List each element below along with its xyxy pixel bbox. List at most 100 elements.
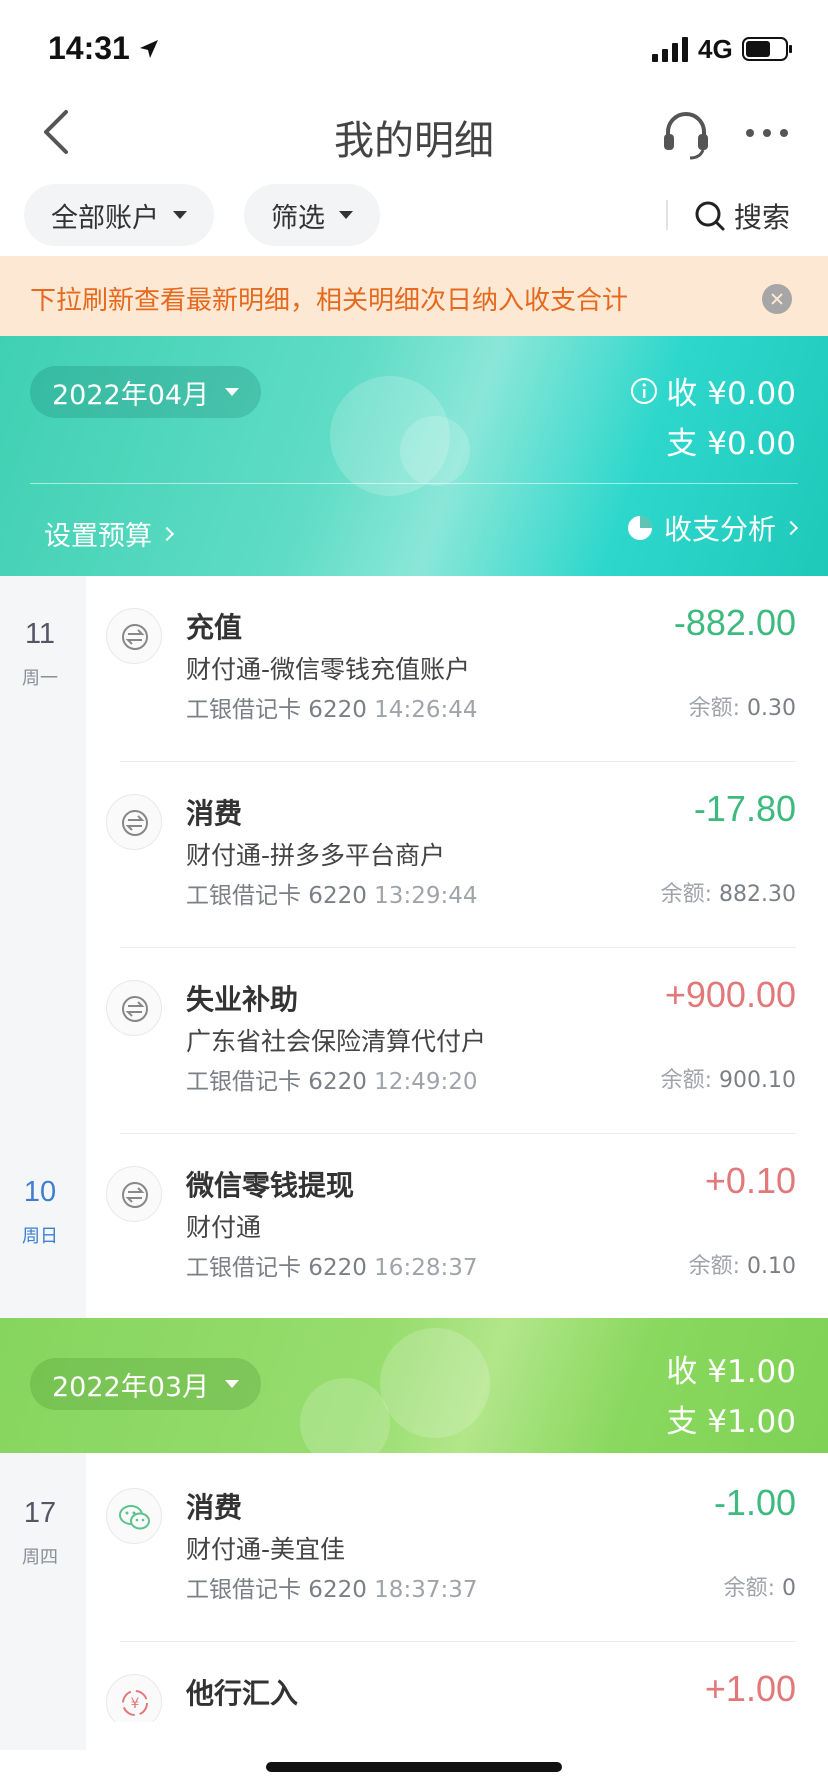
transaction-card: 工银借记卡 6220 12:49:20 bbox=[186, 1062, 477, 1096]
balance-value: 882.30 bbox=[719, 882, 796, 907]
transaction-row[interactable]: 失业补助 广东省社会保险清算代付户 工银借记卡 6220 12:49:20 +9… bbox=[86, 948, 828, 1134]
balance-value: 0 bbox=[782, 1576, 796, 1601]
transaction-party: 财付通 bbox=[186, 1213, 262, 1242]
caret-down-icon bbox=[225, 388, 240, 396]
transaction-title: 消费 bbox=[186, 797, 243, 830]
transaction-balance: 余额: 0.30 bbox=[689, 690, 796, 722]
budget-label: 设置预算 bbox=[44, 521, 152, 552]
decor-flower bbox=[300, 1378, 390, 1453]
expense-text: 支 ¥0.00 bbox=[666, 426, 796, 462]
balance-label: 余额: bbox=[688, 1254, 741, 1279]
analysis-label: 收支分析 bbox=[663, 513, 776, 546]
search-button[interactable]: 搜索 bbox=[694, 196, 790, 236]
filter-button[interactable]: 筛选 bbox=[244, 184, 380, 246]
month-label: 2022年04月 bbox=[52, 379, 210, 411]
date-weekday: 周日 bbox=[22, 1226, 58, 1247]
transaction-row[interactable]: 消费 财付通-美宜佳 工银借记卡 6220 18:37:37 -1.00 余额:… bbox=[86, 1456, 828, 1642]
status-time: 14:31 bbox=[48, 30, 130, 66]
more-icon[interactable] bbox=[744, 120, 790, 146]
date-weekday: 周一 bbox=[22, 668, 58, 689]
transaction-time: 13:29:44 bbox=[374, 883, 478, 909]
income-text: 收 ¥0.00 bbox=[666, 376, 796, 412]
search-icon bbox=[695, 201, 725, 231]
transaction-amount: +1.00 bbox=[704, 1668, 796, 1709]
transaction-row[interactable]: 充值 财付通-微信零钱充值账户 工银借记卡 6220 14:26:44 -882… bbox=[86, 576, 828, 762]
transaction-title: 微信零钱提现 bbox=[186, 1169, 355, 1202]
transaction-row[interactable]: 消费 财付通-拼多多平台商户 工银借记卡 6220 13:29:44 -17.8… bbox=[86, 762, 828, 948]
transaction-amount: +900.00 bbox=[664, 974, 796, 1015]
transaction-party: 财付通-美宜佳 bbox=[186, 1535, 346, 1564]
transaction-balance: 余额: 882.30 bbox=[661, 876, 796, 908]
home-indicator[interactable] bbox=[266, 1762, 562, 1772]
pie-chart-icon bbox=[627, 516, 652, 540]
month-expense: 支 ¥1.00 bbox=[666, 1396, 796, 1441]
date-column: 17 周四 bbox=[0, 1453, 86, 1750]
network-type: 4G bbox=[698, 34, 733, 64]
transaction-amount: -17.80 bbox=[693, 788, 796, 829]
filter-label: 筛选 bbox=[271, 202, 325, 234]
date-day: 11 bbox=[24, 618, 56, 650]
transaction-row[interactable]: ¥ 他行汇入 +1.00 bbox=[86, 1642, 828, 1722]
month-selector[interactable]: 2022年03月 bbox=[30, 1358, 262, 1410]
account-filter-button[interactable]: 全部账户 bbox=[24, 184, 214, 246]
card-label: 工银借记卡 6220 bbox=[186, 697, 367, 723]
transaction-time: 18:37:37 bbox=[374, 1577, 478, 1603]
income-expense-analysis-link[interactable]: 收支分析 bbox=[626, 508, 799, 548]
status-bar: 14:31 4G bbox=[0, 0, 828, 96]
card-label: 工银借记卡 6220 bbox=[186, 1577, 367, 1603]
search-label: 搜索 bbox=[734, 201, 791, 234]
card-label: 工银借记卡 6220 bbox=[186, 883, 367, 909]
notice-text: 下拉刷新查看最新明细，相关明细次日纳入收支合计 bbox=[30, 286, 629, 316]
balance-value: 0.10 bbox=[747, 1254, 796, 1279]
transaction-time: 16:28:37 bbox=[374, 1255, 478, 1281]
transfer-icon bbox=[106, 1166, 162, 1222]
info-icon[interactable] bbox=[630, 377, 658, 405]
month-label: 2022年03月 bbox=[52, 1371, 210, 1403]
balance-value: 900.10 bbox=[719, 1068, 796, 1093]
balance-label: 余额: bbox=[660, 1068, 713, 1093]
date-weekday: 周四 bbox=[22, 1547, 58, 1568]
refresh-notice: 下拉刷新查看最新明细，相关明细次日纳入收支合计 bbox=[0, 256, 828, 336]
transaction-card: 工银借记卡 6220 14:26:44 bbox=[186, 690, 477, 724]
income-text: 收 ¥1.00 bbox=[666, 1354, 796, 1390]
expense-text: 支 ¥1.00 bbox=[666, 1404, 796, 1440]
battery-icon bbox=[742, 37, 792, 61]
transaction-time: 12:49:20 bbox=[374, 1069, 478, 1095]
transaction-title: 失业补助 bbox=[186, 983, 299, 1016]
signal-icon bbox=[652, 37, 688, 62]
month-income: 收 ¥1.00 bbox=[666, 1346, 796, 1391]
transaction-amount: -882.00 bbox=[673, 602, 796, 643]
month-selector[interactable]: 2022年04月 bbox=[30, 366, 262, 418]
transaction-title: 他行汇入 bbox=[186, 1677, 299, 1710]
close-icon[interactable] bbox=[762, 284, 792, 314]
transaction-amount: +0.10 bbox=[704, 1160, 796, 1201]
transaction-title: 消费 bbox=[186, 1491, 243, 1524]
card-label: 工银借记卡 6220 bbox=[186, 1255, 367, 1281]
transfer-icon bbox=[106, 608, 162, 664]
balance-value: 0.30 bbox=[747, 696, 796, 721]
balance-label: 余额: bbox=[723, 1576, 775, 1601]
customer-service-icon[interactable] bbox=[660, 108, 712, 160]
decor-flower bbox=[380, 1328, 490, 1438]
month-header-march: 2022年03月 收 ¥1.00 支 ¥1.00 bbox=[0, 1318, 828, 1453]
transaction-time: 14:26:44 bbox=[374, 697, 478, 723]
caret-down-icon bbox=[339, 211, 353, 219]
date-day: 17 bbox=[23, 1497, 57, 1529]
card-label: 工银借记卡 6220 bbox=[186, 1069, 367, 1095]
set-budget-link[interactable]: 设置预算 bbox=[44, 514, 175, 553]
month-header-april: 2022年04月 收 ¥0.00 支 ¥0.00 设置预算 收支分析 bbox=[0, 336, 828, 576]
transaction-balance: 余额: 900.10 bbox=[661, 1062, 796, 1094]
chevron-right-icon bbox=[159, 526, 175, 541]
month-expense: 支 ¥0.00 bbox=[666, 418, 796, 463]
location-arrow-icon bbox=[140, 40, 158, 58]
wechat-icon bbox=[106, 1488, 162, 1544]
transaction-balance: 余额: 0 bbox=[724, 1570, 796, 1602]
transaction-balance: 余额: 0.10 bbox=[689, 1248, 796, 1280]
transfer-icon bbox=[106, 980, 162, 1036]
transaction-row[interactable]: 微信零钱提现 财付通 工银借记卡 6220 16:28:37 +0.10 余额:… bbox=[86, 1134, 828, 1320]
transaction-party: 广东省社会保险清算代付户 bbox=[186, 1027, 487, 1056]
transaction-card: 工银借记卡 6220 18:37:37 bbox=[186, 1570, 477, 1604]
yuan-icon: ¥ bbox=[106, 1674, 162, 1722]
date-day: 10 bbox=[23, 1176, 57, 1208]
transaction-card: 工银借记卡 6220 16:28:37 bbox=[186, 1248, 477, 1282]
